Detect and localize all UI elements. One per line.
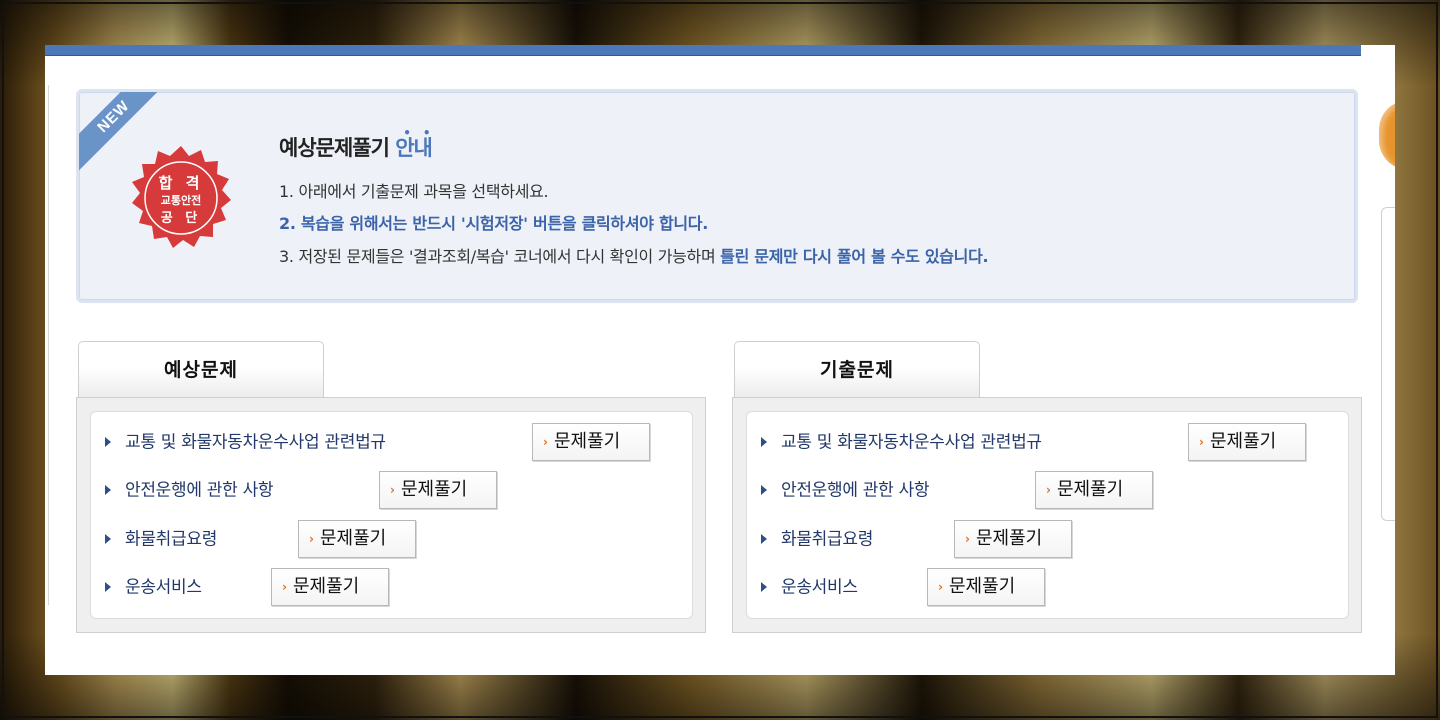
chevron-right-icon: ›: [938, 580, 943, 594]
bullet-arrow-icon: [105, 581, 111, 592]
quick-menu-tab[interactable]: [1379, 100, 1395, 170]
solve-button[interactable]: › 문제풀기: [271, 568, 389, 606]
seal-text-2: 교통안전: [160, 194, 202, 207]
chevron-right-icon: ›: [965, 532, 970, 546]
panel-body: 교통 및 화물자동차운수사업 관련법규 › 문제풀기 안전운행에 관한 사항 › 문…: [732, 397, 1362, 633]
solve-button[interactable]: › 문제풀기: [927, 568, 1045, 606]
notice-title: 예상문제풀기 •• 안내: [279, 126, 443, 162]
subject-label: 화물취급요령: [125, 529, 218, 550]
bullet-arrow-icon: [761, 581, 767, 592]
seal-text-3: 공 단: [160, 211, 202, 226]
subject-label: 교통 및 화물자동차운수사업 관련법규: [125, 432, 386, 453]
chevron-right-icon: ›: [543, 435, 548, 449]
list-item: 안전운행에 관한 사항: [105, 470, 274, 510]
right-side-strip: [1361, 45, 1395, 675]
tab-past-questions[interactable]: 기출문제: [734, 341, 980, 397]
list-item: 화물취급요령: [105, 519, 217, 559]
chevron-right-icon: ›: [282, 580, 287, 594]
solve-button[interactable]: › 문제풀기: [1035, 471, 1153, 509]
notice-title-main: 예상문제풀기: [279, 136, 390, 160]
bullet-arrow-icon: [761, 484, 767, 495]
top-nav-bar: [45, 45, 1361, 56]
solve-button[interactable]: › 문제풀기: [379, 471, 497, 509]
list-item: 안전운행에 관한 사항: [761, 470, 930, 510]
left-edge-panel: [45, 85, 49, 605]
notice-box: NEW 합 격 교통안전 공 단 예상문제풀기 •• 안내 1. 아래에서 기출문…: [76, 89, 1358, 303]
pass-seal-icon: 합 격 교통안전 공 단: [127, 144, 235, 252]
list-item: 교통 및 화물자동차운수사업 관련법규: [105, 422, 386, 462]
solve-button[interactable]: › 문제풀기: [298, 520, 416, 558]
chevron-right-icon: ›: [1199, 435, 1204, 449]
list-item: 교통 및 화물자동차운수사업 관련법규: [761, 422, 1042, 462]
notice-title-accent: •• 안내: [395, 126, 443, 160]
solve-button[interactable]: › 문제풀기: [1188, 423, 1306, 461]
chevron-right-icon: ›: [1046, 483, 1051, 497]
bullet-arrow-icon: [105, 436, 111, 447]
subject-list: 교통 및 화물자동차운수사업 관련법규 › 문제풀기 안전운행에 관한 사항 › 문…: [90, 411, 693, 619]
notice-line-1: 1. 아래에서 기출문제 과목을 선택하세요.: [279, 182, 549, 201]
bullet-arrow-icon: [761, 436, 767, 447]
subject-label: 교통 및 화물자동차운수사업 관련법규: [781, 432, 1042, 453]
bullet-arrow-icon: [105, 533, 111, 544]
list-item: 화물취급요령: [761, 519, 873, 559]
solve-button[interactable]: › 문제풀기: [954, 520, 1072, 558]
solve-button[interactable]: › 문제풀기: [532, 423, 650, 461]
subject-label: 운송서비스: [781, 577, 858, 598]
list-item: 운송서비스: [761, 567, 858, 607]
bullet-arrow-icon: [105, 484, 111, 495]
notice-line-2: 2. 복습을 위해서는 반드시 '시험저장' 버튼을 클릭하셔야 합니다.: [279, 214, 708, 233]
notice-line-3: 3. 저장된 문제들은 '결과조회/복습' 코너에서 다시 확인이 가능하며 틀…: [279, 247, 989, 266]
content-page: NEW 합 격 교통안전 공 단 예상문제풀기 •• 안내 1. 아래에서 기출문…: [45, 45, 1395, 675]
expected-questions-panel: 예상문제 교통 및 화물자동차운수사업 관련법규 › 문제풀기 안전운행에 관한 …: [76, 341, 706, 633]
list-item: 운송서비스: [105, 567, 202, 607]
chevron-right-icon: ›: [390, 483, 395, 497]
subject-label: 안전운행에 관한 사항: [781, 480, 930, 501]
bullet-arrow-icon: [761, 533, 767, 544]
chevron-right-icon: ›: [309, 532, 314, 546]
subject-label: 운송서비스: [125, 577, 202, 598]
subject-list: 교통 및 화물자동차운수사업 관련법규 › 문제풀기 안전운행에 관한 사항 › 문…: [746, 411, 1349, 619]
panel-body: 교통 및 화물자동차운수사업 관련법규 › 문제풀기 안전운행에 관한 사항 › 문…: [76, 397, 706, 633]
notice-line-3-highlight: 틀린 문제만 다시 풀어 볼 수도 있습니다.: [720, 247, 989, 266]
seal-text-1: 합 격: [158, 174, 204, 192]
subject-label: 화물취급요령: [781, 529, 874, 550]
tab-expected-questions[interactable]: 예상문제: [78, 341, 324, 397]
past-questions-panel: 기출문제 교통 및 화물자동차운수사업 관련법규 › 문제풀기 안전운행에 관한 …: [732, 341, 1362, 633]
side-panel: [1381, 207, 1395, 521]
subject-label: 안전운행에 관한 사항: [125, 480, 274, 501]
